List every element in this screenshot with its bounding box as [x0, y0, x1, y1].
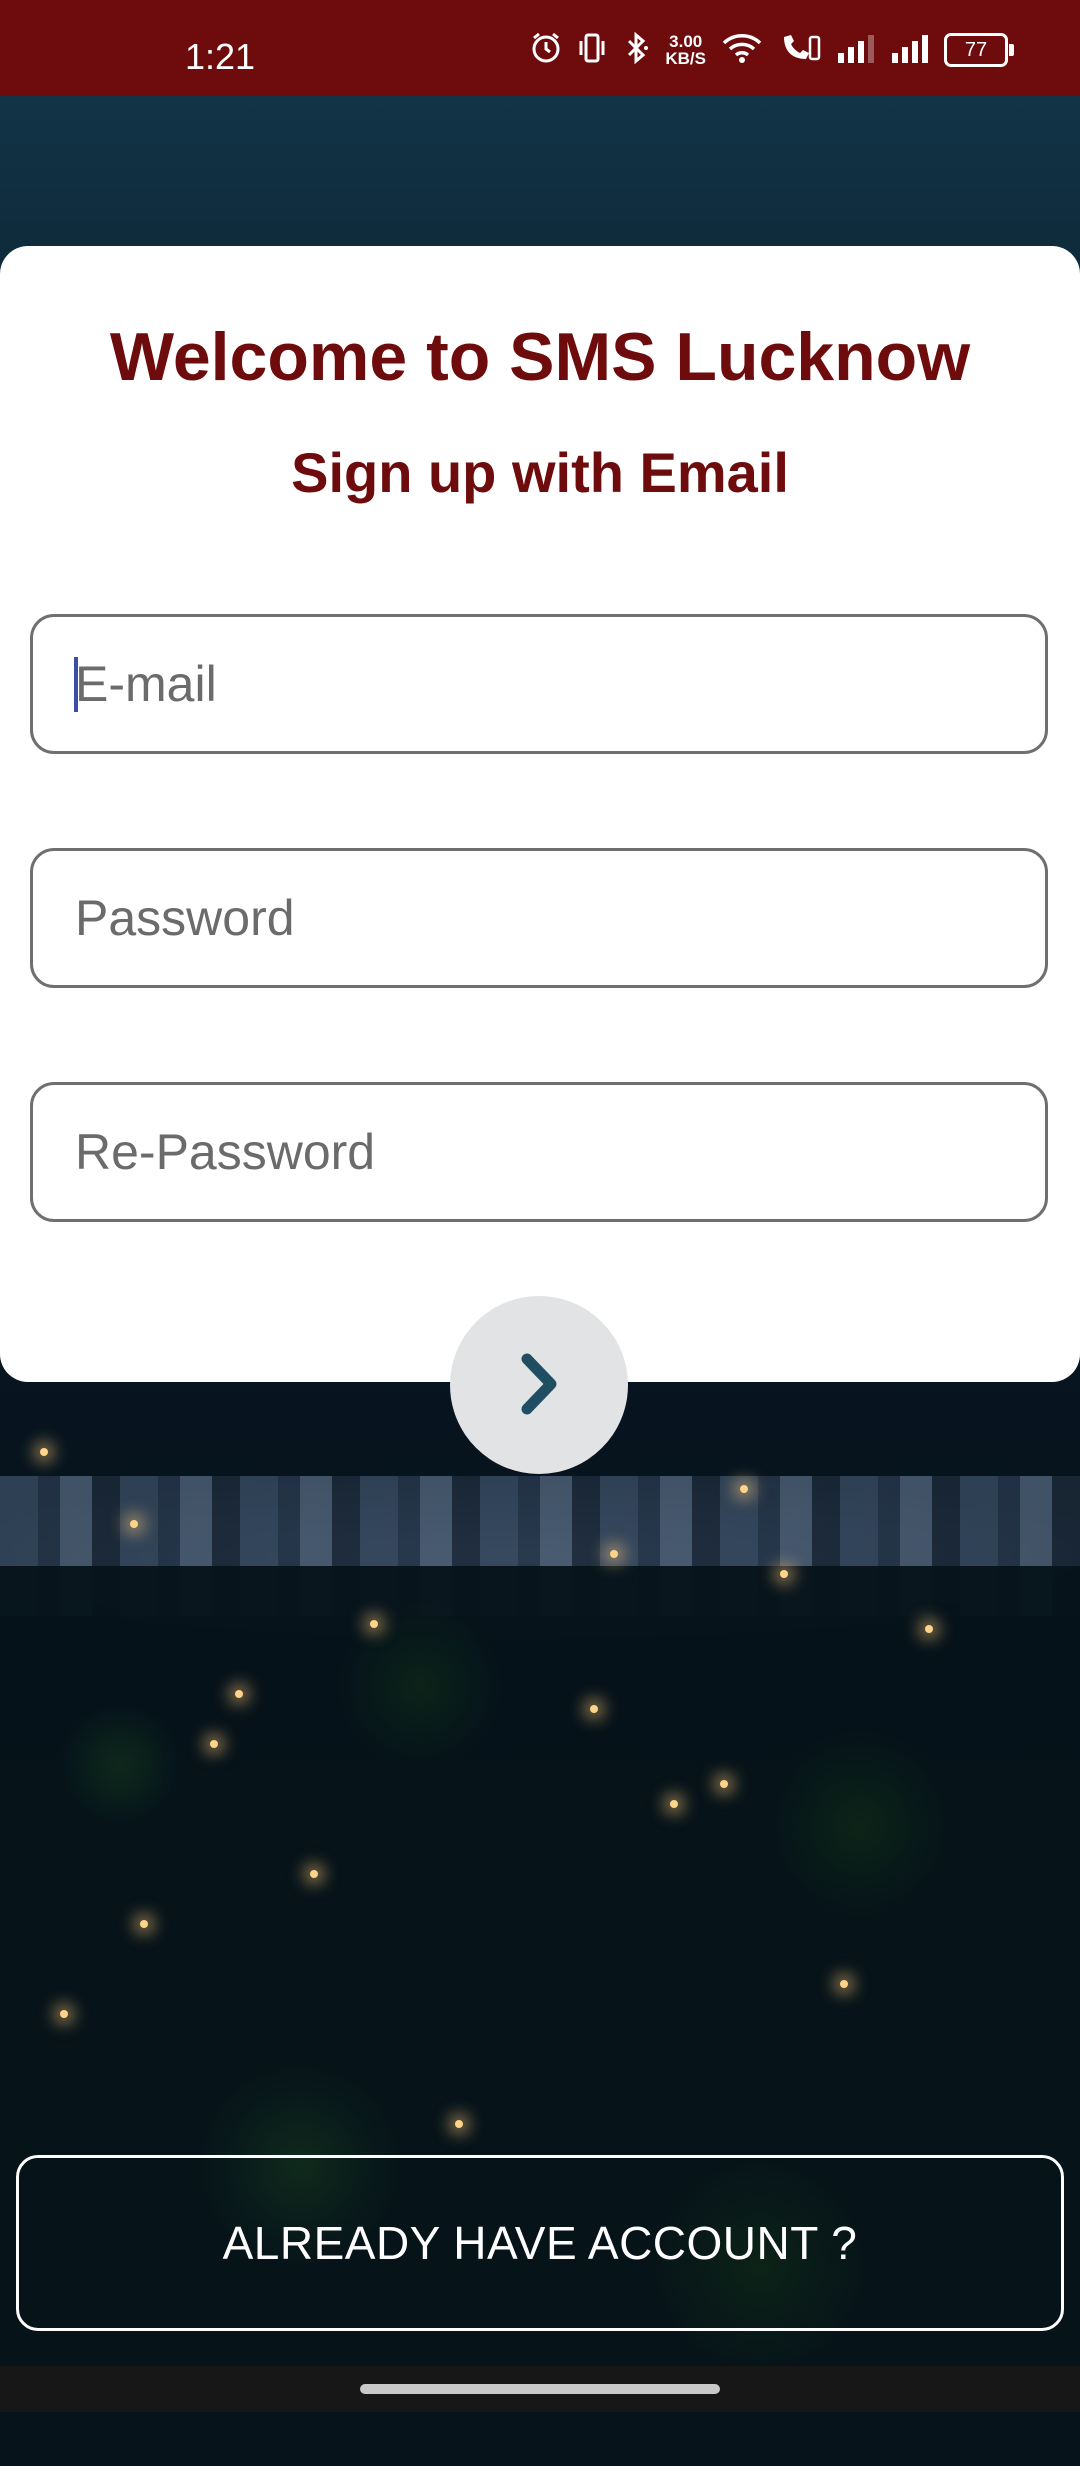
text-cursor	[74, 657, 78, 712]
repassword-field[interactable]	[30, 1082, 1048, 1222]
signal-icon	[836, 33, 876, 68]
volte-call-icon	[778, 31, 822, 70]
battery-icon: 77	[944, 33, 1014, 67]
home-gesture-handle[interactable]	[360, 2384, 720, 2394]
page-subtitle: Sign up with Email	[291, 441, 789, 504]
status-icons: 3.00 KB/S 77	[529, 30, 1014, 70]
next-button[interactable]	[450, 1296, 628, 1474]
network-speed-value: 3.00	[669, 32, 703, 51]
vibrate-icon	[577, 31, 607, 70]
email-field[interactable]	[30, 614, 1048, 754]
password-field[interactable]	[30, 848, 1048, 988]
battery-level: 77	[964, 39, 988, 61]
tree-canopy	[0, 1566, 1080, 2466]
bluetooth-icon	[621, 31, 651, 70]
alarm-icon	[529, 31, 563, 70]
network-speed: 3.00 KB/S	[665, 33, 706, 67]
chevron-right-icon	[511, 1349, 567, 1422]
status-time: 1:21	[185, 36, 256, 77]
status-bar: 1:21 3.00 KB/S 77	[0, 0, 1080, 96]
navigation-bar	[0, 2366, 1080, 2412]
page-title: Welcome to SMS Lucknow	[109, 319, 971, 395]
network-speed-unit: KB/S	[665, 49, 706, 68]
signal-icon	[890, 33, 930, 68]
already-have-account-button[interactable]: ALREADY HAVE ACCOUNT ?	[16, 2155, 1064, 2331]
wifi-icon	[720, 31, 764, 70]
